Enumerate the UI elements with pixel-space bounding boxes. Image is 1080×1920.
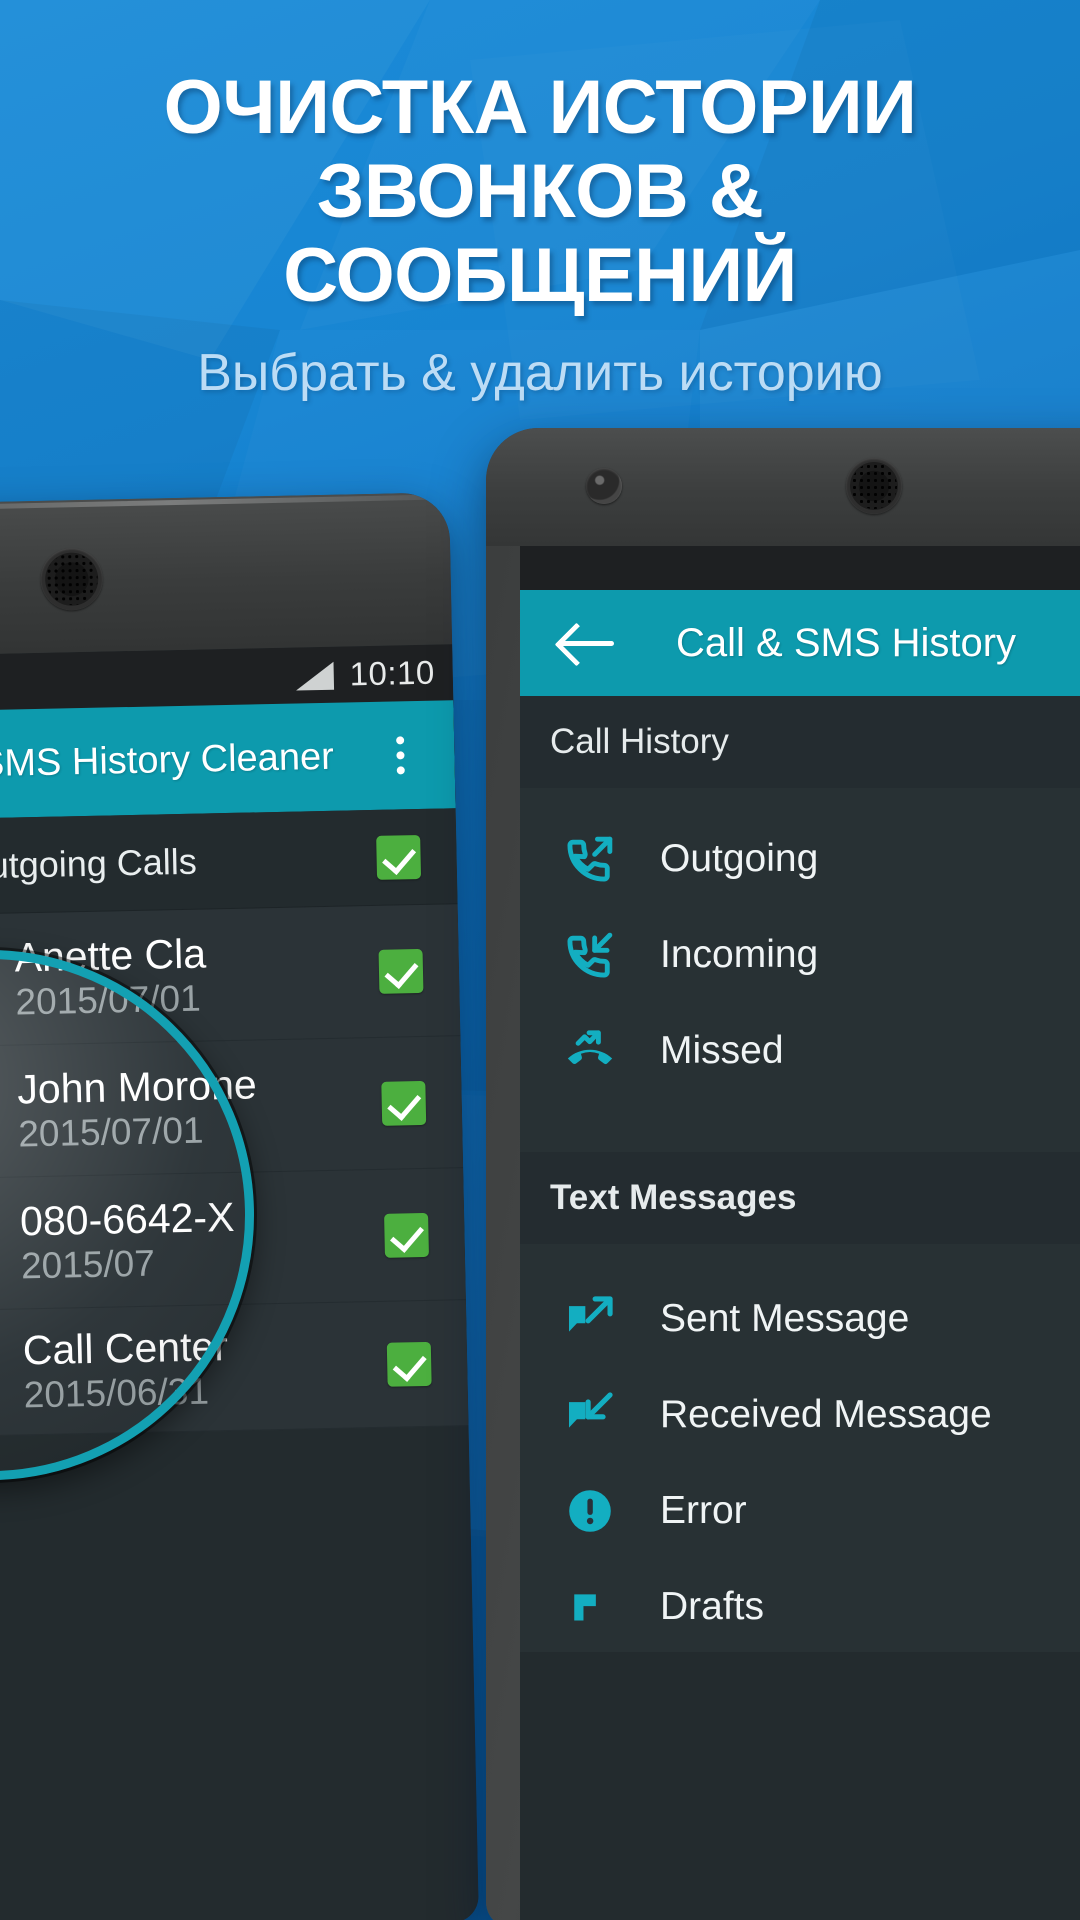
list-item[interactable]: Error <box>520 1466 1080 1556</box>
section-checkbox[interactable] <box>376 834 422 880</box>
right-app-title: Call & SMS History <box>676 620 1017 665</box>
left-phone-mockup: 10:10 all & SMS History Cleaner Outgoing… <box>0 492 479 1920</box>
call-name: 080-6642-X <box>19 1193 235 1244</box>
headline-line-2: ЗВОНКОВ & <box>316 149 764 234</box>
list-item-label: Error <box>660 1489 747 1532</box>
list-item[interactable]: Incoming <box>520 910 1080 1000</box>
front-camera-icon <box>586 468 622 504</box>
spacer <box>520 1096 1080 1152</box>
kebab-menu-icon[interactable] <box>368 736 433 775</box>
page-subtitle: Выбрать & удалить историю <box>197 344 883 402</box>
headline-line-3: СООБЩЕНИЙ <box>283 233 797 318</box>
list-item[interactable]: Outgoing <box>520 814 1080 904</box>
signal-bars-icon <box>295 660 336 691</box>
earpiece-speaker-icon <box>846 458 902 514</box>
call-name: Call Center <box>22 1322 229 1373</box>
call-outgoing-icon <box>542 831 638 887</box>
list-item-label: Received Message <box>660 1393 992 1436</box>
right-phone-screen: Call & SMS History Call History Outgoing <box>520 546 1080 1920</box>
table-row[interactable]: Call Center 2015/06/31 <box>0 1300 469 1438</box>
list-item-label: Drafts <box>660 1585 765 1628</box>
section-label: Outgoing Calls <box>0 840 198 887</box>
left-app-title: all & SMS History Cleaner <box>0 735 335 786</box>
message-sent-icon <box>542 1291 638 1347</box>
row-checkbox[interactable] <box>378 948 424 994</box>
call-name: John Morone <box>16 1060 258 1112</box>
right-phone-mockup: Call & SMS History Call History Outgoing <box>486 428 1080 1920</box>
call-outgoing-icon <box>0 1372 13 1374</box>
list-item[interactable]: Missed <box>520 1006 1080 1096</box>
call-date: 2015/07 <box>20 1242 156 1286</box>
spacer <box>520 788 1080 814</box>
call-date: 2015/07/01 <box>15 977 202 1022</box>
row-checkbox[interactable] <box>384 1212 429 1258</box>
list-item-label: Outgoing <box>660 837 819 880</box>
call-name: Anette Cla <box>14 929 207 980</box>
call-date: 2015/06/31 <box>23 1370 210 1415</box>
list-item-label: Incoming <box>660 933 819 976</box>
call-missed-icon <box>542 1023 638 1079</box>
row-checkbox[interactable] <box>386 1341 432 1387</box>
call-incoming-icon <box>542 927 638 983</box>
row-checkbox[interactable] <box>381 1080 427 1126</box>
message-received-icon <box>542 1387 638 1443</box>
outgoing-calls-section-header[interactable]: Outgoing Calls <box>0 808 458 916</box>
spacer <box>520 1244 1080 1274</box>
right-status-bar <box>520 546 1080 590</box>
error-icon <box>542 1485 638 1537</box>
back-arrow-icon[interactable] <box>560 620 616 666</box>
right-phone-top-bezel <box>486 428 1080 546</box>
list-item-label: Sent Message <box>660 1297 910 1340</box>
table-row[interactable]: Anette Cla 2015/07/01 <box>0 904 461 1048</box>
section-header-call-history: Call History <box>520 696 1080 788</box>
table-row[interactable]: 080-6642-X 2015/07 <box>0 1168 466 1312</box>
list-item[interactable]: Drafts <box>520 1562 1080 1652</box>
flag-drafts-icon <box>542 1580 638 1634</box>
call-date: 2015/07/01 <box>17 1109 204 1154</box>
list-item[interactable]: Sent Message <box>520 1274 1080 1364</box>
status-clock: 10:10 <box>349 653 436 693</box>
promo-text-block: ОЧИСТКА ИСТОРИИ ЗВОНКОВ & СООБЩЕНИЙ Выбр… <box>0 66 1080 403</box>
left-phone-screen: 10:10 all & SMS History Cleaner Outgoing… <box>0 644 479 1920</box>
list-item-label: Missed <box>660 1029 784 1072</box>
left-app-bar: all & SMS History Cleaner <box>0 700 456 820</box>
list-item[interactable]: Received Message <box>520 1370 1080 1460</box>
right-app-bar: Call & SMS History <box>520 590 1080 696</box>
table-row[interactable]: John Morone 2015/07/01 <box>0 1036 464 1180</box>
page-title: ОЧИСТКА ИСТОРИИ ЗВОНКОВ & СООБЩЕНИЙ <box>0 66 1080 318</box>
section-header-text-messages: Text Messages <box>520 1152 1080 1244</box>
headline-line-1: ОЧИСТКА ИСТОРИИ <box>163 65 917 150</box>
